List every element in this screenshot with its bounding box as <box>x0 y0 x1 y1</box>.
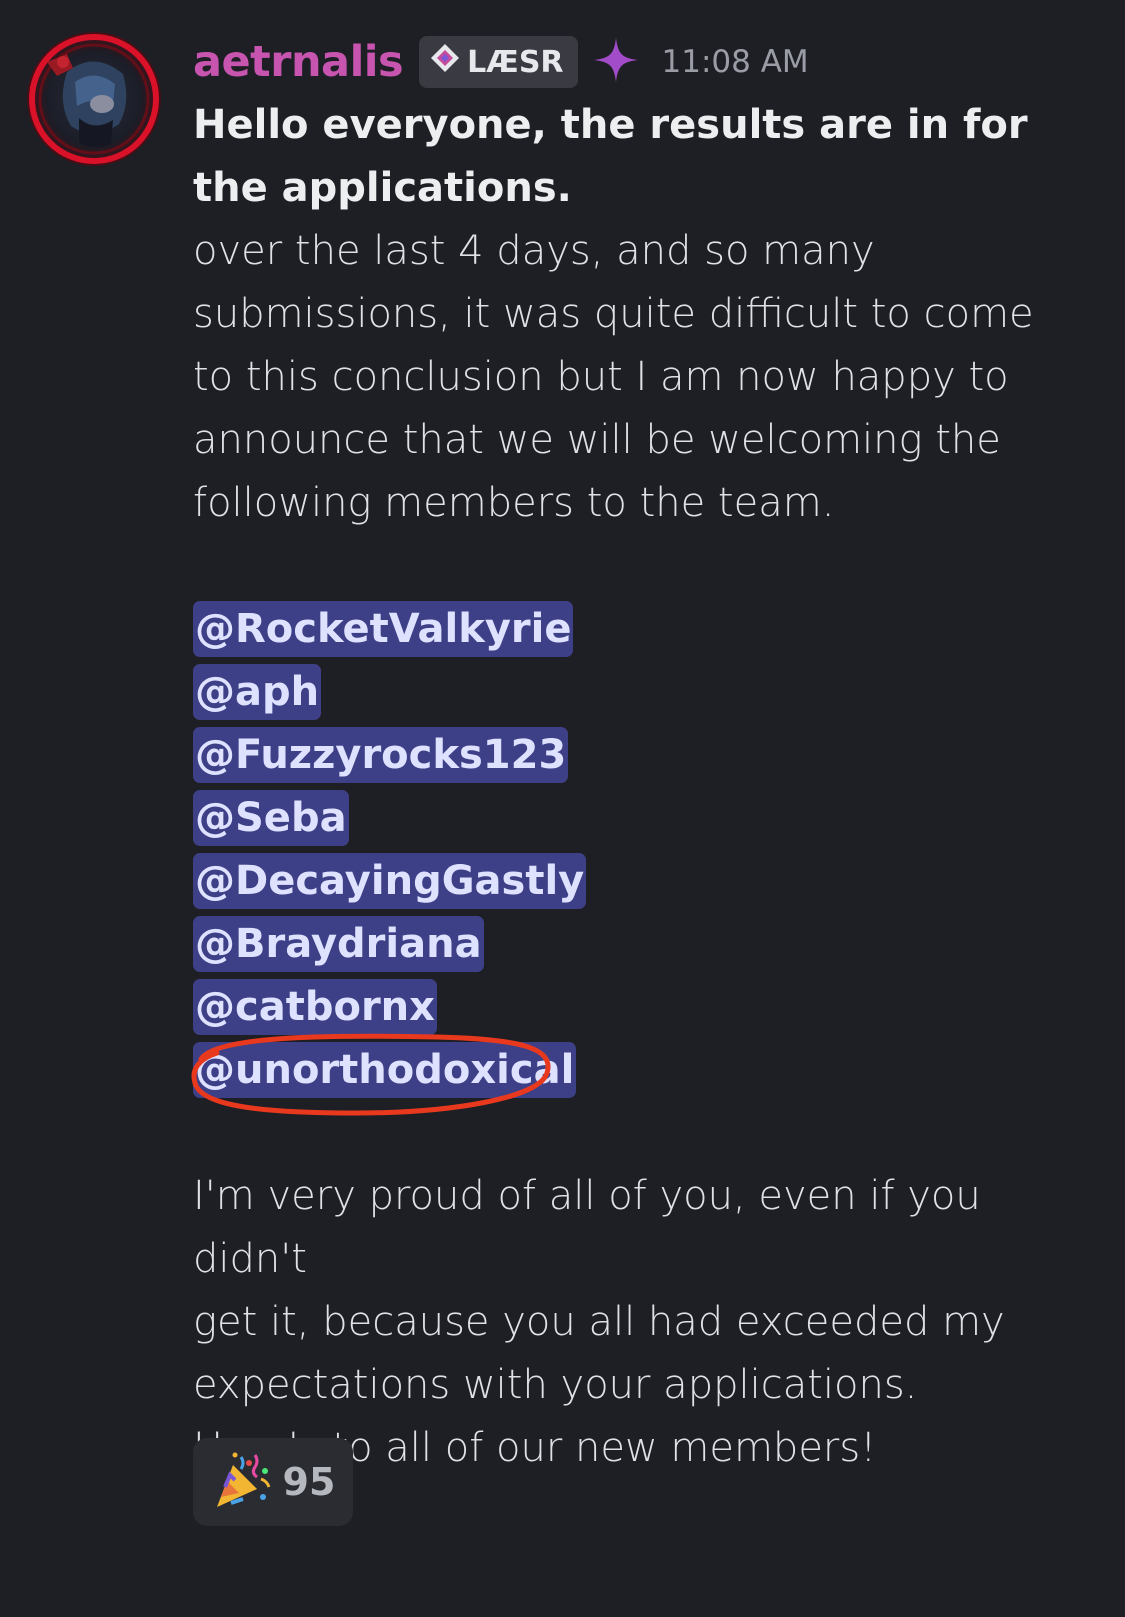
user-mention[interactable]: @catbornx <box>193 979 437 1035</box>
message-line: to this conclusion but I am now happy to <box>193 354 1009 400</box>
message-line: submissions, it was quite difficult to c… <box>193 291 1034 337</box>
message-line: announce that we will be welcoming the <box>193 417 1001 463</box>
message-header: aetrnalis LÆSR 11:08 AM <box>193 30 1093 94</box>
mention-row: @unorthodoxical <box>191 1033 1093 1116</box>
mention-row: @Fuzzyrocks123 <box>193 724 1093 787</box>
reaction-button[interactable]: 95 <box>193 1438 353 1526</box>
user-mention[interactable]: @Fuzzyrocks123 <box>193 727 569 783</box>
user-mention[interactable]: @RocketValkyrie <box>193 601 574 657</box>
diamond-icon <box>429 42 461 82</box>
mention-row: @RocketValkyrie <box>193 598 1093 661</box>
message-timestamp: 11:08 AM <box>661 44 809 80</box>
user-mention[interactable]: @Braydriana <box>193 916 484 972</box>
mention-row: @Seba <box>193 787 1093 850</box>
party-popper-icon <box>211 1449 273 1515</box>
message-line: following members to the team. <box>193 480 835 526</box>
reaction-count: 95 <box>282 1460 336 1504</box>
user-mention[interactable]: @Seba <box>193 790 349 846</box>
message-bold-line: Hello everyone, the results are in for t… <box>193 102 1028 211</box>
message-body: Hello everyone, the results are in for t… <box>191 94 1093 1480</box>
red-circle-annotation <box>191 1033 551 1116</box>
mention-row: @aph <box>193 661 1093 724</box>
user-mention[interactable]: @DecayingGastly <box>193 853 587 909</box>
avatar[interactable] <box>27 32 161 166</box>
message-line: I'm very proud of all of you, even if yo… <box>193 1173 981 1282</box>
message-line: get it, because you all had exceeded my <box>193 1299 1005 1345</box>
message-line: over the last 4 days, and so many <box>193 228 875 274</box>
role-tag-label: LÆSR <box>467 44 564 80</box>
role-tag[interactable]: LÆSR <box>419 36 578 88</box>
user-mention[interactable]: @aph <box>193 664 322 720</box>
author-username[interactable]: aetrnalis <box>193 37 404 87</box>
mention-row: @Braydriana <box>193 913 1093 976</box>
mention-row: @DecayingGastly <box>193 850 1093 913</box>
message-line: expectations with your applications. <box>193 1362 918 1408</box>
message-content: aetrnalis LÆSR 11:08 AM Hello everyone, … <box>191 30 1093 1480</box>
sparkle-icon <box>592 36 640 88</box>
